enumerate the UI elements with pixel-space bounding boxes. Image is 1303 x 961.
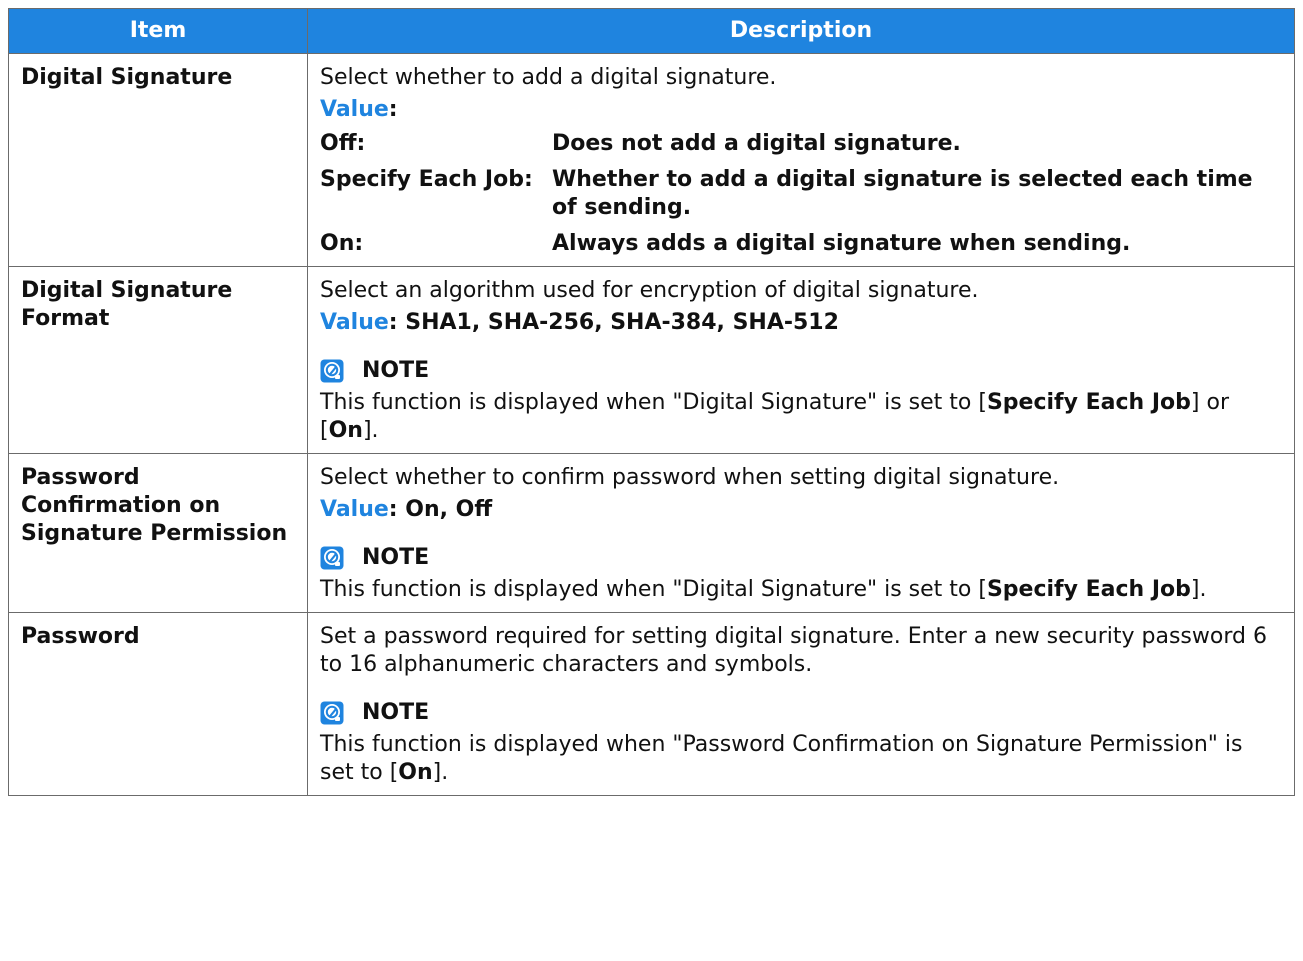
description-cell: Set a password required for setting digi… bbox=[307, 612, 1295, 796]
item-name: Password bbox=[21, 624, 140, 649]
item-cell: Digital Signature Format bbox=[8, 266, 308, 454]
column-header-item: Item bbox=[8, 8, 308, 54]
description-text: Select an algorithm used for encryption … bbox=[320, 278, 979, 303]
note-label: NOTE bbox=[362, 545, 430, 570]
description-cell: Select whether to add a digital signatur… bbox=[307, 53, 1295, 267]
value-colon: : bbox=[388, 97, 398, 122]
column-header-description: Description bbox=[307, 8, 1295, 54]
note-lightbulb-icon bbox=[320, 701, 344, 725]
description-cell: Select whether to confirm password when … bbox=[307, 453, 1295, 613]
option-text: Whether to add a digital signature is se… bbox=[552, 167, 1253, 220]
value-label: Value bbox=[320, 310, 389, 335]
value-list: : On, Off bbox=[388, 497, 493, 522]
note-text: This function is displayed when "Passwor… bbox=[320, 731, 1282, 787]
table-header-row: Item Description bbox=[8, 8, 1295, 54]
value-line: Value: On, Off bbox=[320, 496, 1282, 524]
description-cell: Select an algorithm used for encryption … bbox=[307, 266, 1295, 454]
description-text: Select whether to confirm password when … bbox=[320, 465, 1060, 490]
note-label: NOTE bbox=[362, 358, 430, 383]
item-cell: Digital Signature bbox=[8, 53, 308, 267]
settings-table: Item Description Digital Signature Selec… bbox=[8, 8, 1295, 796]
option-text: Always adds a digital signature when sen… bbox=[552, 231, 1131, 256]
note-bold-setting: On bbox=[398, 760, 433, 785]
table-row: Password Confirmation on Signature Permi… bbox=[8, 453, 1295, 613]
description-text: Set a password required for setting digi… bbox=[320, 624, 1267, 677]
table-row: Digital Signature Select whether to add … bbox=[8, 53, 1295, 267]
description-text: Select whether to add a digital signatur… bbox=[320, 65, 777, 90]
item-name: Digital Signature Format bbox=[21, 278, 233, 331]
option-text: Does not add a digital signature. bbox=[552, 131, 961, 156]
note-heading: NOTE bbox=[320, 544, 1282, 572]
note-lightbulb-icon bbox=[320, 546, 344, 570]
note-bold-setting: Specify Each Job bbox=[986, 577, 1191, 602]
option-key: Off: bbox=[320, 131, 366, 156]
value-options: Off: Does not add a digital signature. S… bbox=[320, 130, 1282, 258]
note-heading: NOTE bbox=[320, 357, 1282, 385]
note-text-part: This function is displayed when "Passwor… bbox=[320, 732, 1243, 785]
note-text-part: This function is displayed when "Digital… bbox=[320, 577, 987, 602]
item-cell: Password Confirmation on Signature Permi… bbox=[8, 453, 308, 613]
value-line: Value: SHA1, SHA-256, SHA-384, SHA-512 bbox=[320, 309, 1282, 337]
note-bold-setting: On bbox=[328, 418, 363, 443]
note-bold-setting: Specify Each Job bbox=[986, 390, 1191, 415]
value-label: Value bbox=[320, 97, 389, 122]
item-name: Password Confirmation on Signature Permi… bbox=[21, 465, 288, 546]
item-cell: Password bbox=[8, 612, 308, 796]
note-label: NOTE bbox=[362, 700, 430, 725]
item-name: Digital Signature bbox=[21, 65, 233, 90]
table-row: Password Set a password required for set… bbox=[8, 612, 1295, 796]
table-row: Digital Signature Format Select an algor… bbox=[8, 266, 1295, 454]
note-text-part: ]. bbox=[362, 418, 379, 443]
note-text-part: ]. bbox=[1190, 577, 1207, 602]
option-key: On: bbox=[320, 231, 364, 256]
note-text-part: ]. bbox=[432, 760, 449, 785]
note-text: This function is displayed when "Digital… bbox=[320, 576, 1282, 604]
note-text-part: This function is displayed when "Digital… bbox=[320, 390, 987, 415]
option-key: Specify Each Job: bbox=[320, 167, 533, 192]
value-heading: Value: bbox=[320, 96, 1282, 124]
value-label: Value bbox=[320, 497, 389, 522]
note-heading: NOTE bbox=[320, 699, 1282, 727]
note-text: This function is displayed when "Digital… bbox=[320, 389, 1282, 445]
note-lightbulb-icon bbox=[320, 359, 344, 383]
value-list: : SHA1, SHA-256, SHA-384, SHA-512 bbox=[388, 310, 839, 335]
